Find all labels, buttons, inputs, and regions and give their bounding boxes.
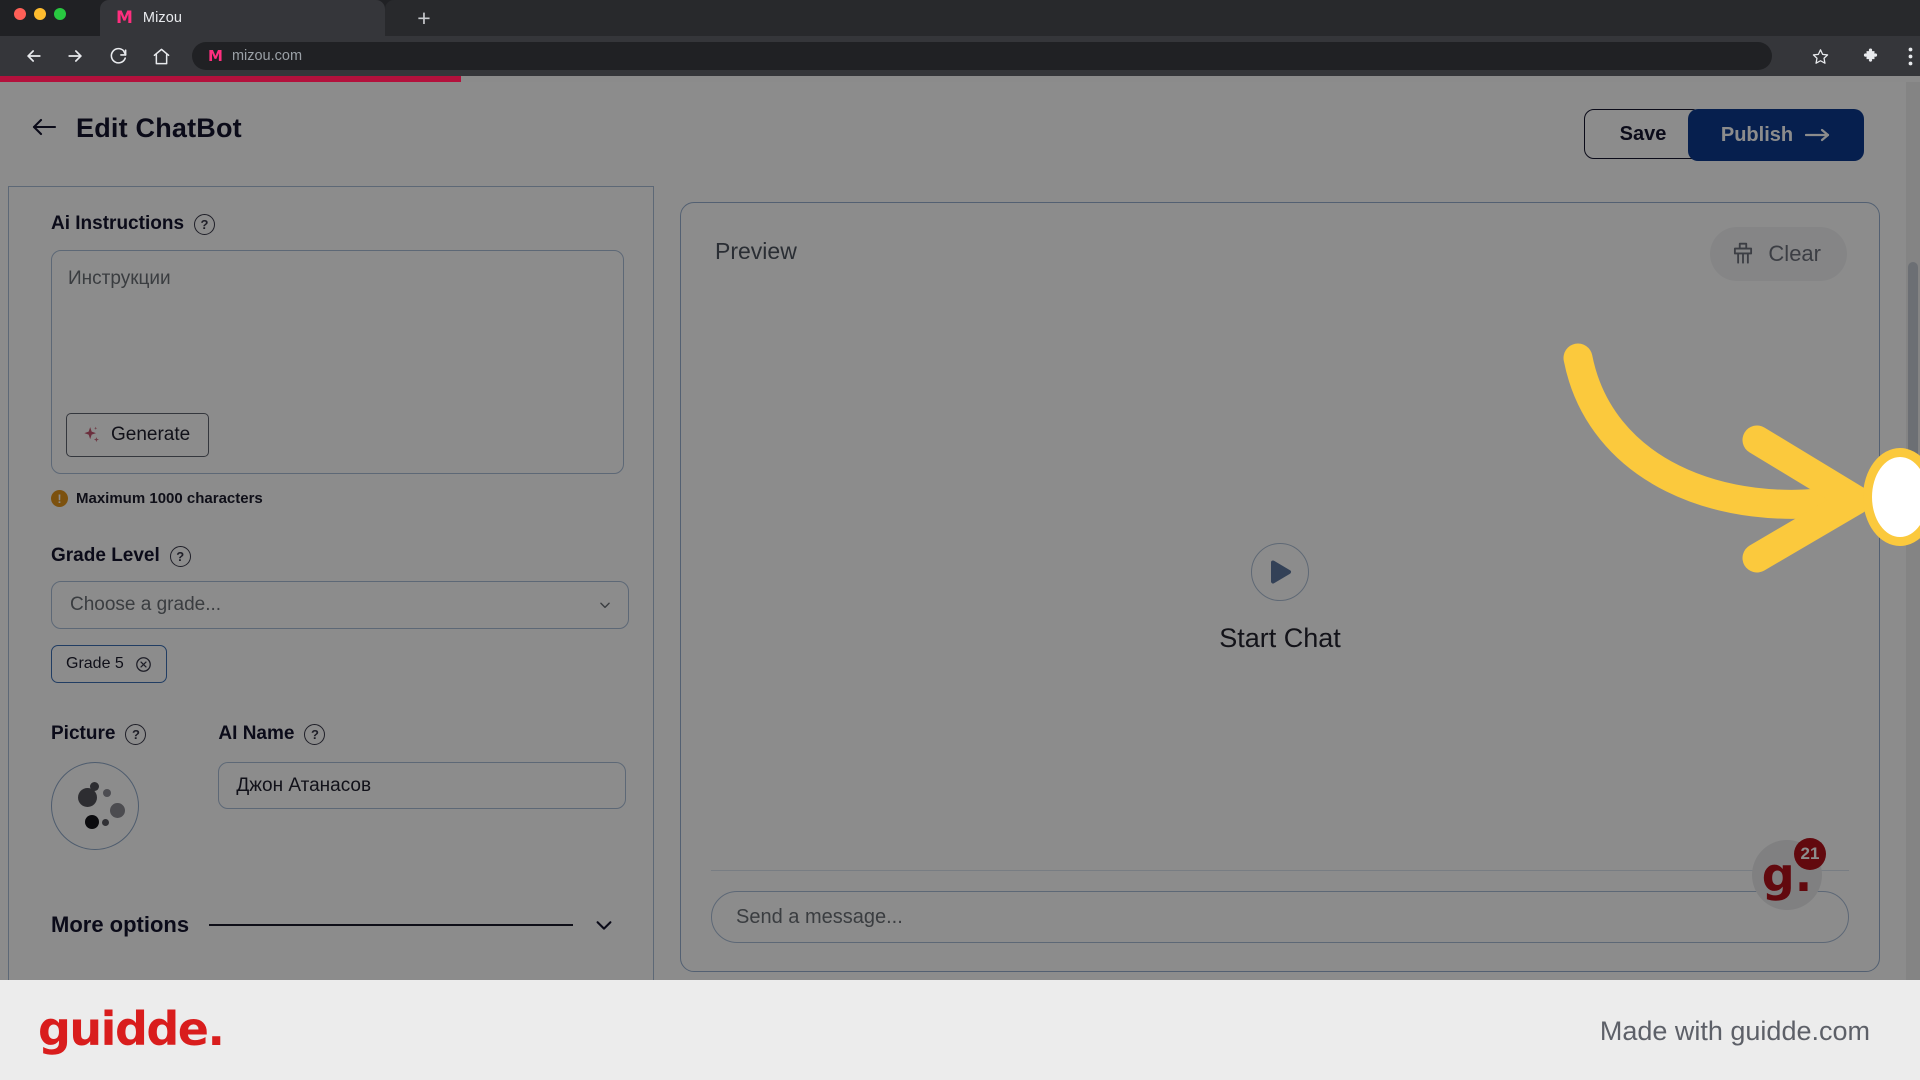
browser-toolbar: M mizou.com xyxy=(0,36,1920,76)
new-tab-button[interactable]: + xyxy=(398,0,450,36)
start-chat-label: Start Chat xyxy=(1219,623,1341,653)
start-chat-control[interactable]: Start Chat xyxy=(681,543,1879,654)
extensions-puzzle-icon[interactable] xyxy=(1862,46,1882,66)
message-input-placeholder: Send a message... xyxy=(736,905,903,928)
clear-chat-button[interactable]: Clear xyxy=(1710,227,1847,281)
back-arrow-icon[interactable] xyxy=(24,107,64,147)
max-characters-note: ! Maximum 1000 characters xyxy=(51,490,615,507)
guidde-assistant-badge[interactable]: g. 21 xyxy=(1752,838,1826,910)
arrow-right-icon[interactable] xyxy=(63,44,87,68)
ai-name-value: Джон Атанасов xyxy=(236,774,372,796)
picture-label-row: Picture ? xyxy=(51,723,147,745)
avatar-dot xyxy=(110,803,125,818)
preview-title: Preview xyxy=(715,238,797,264)
help-circle-icon[interactable]: ? xyxy=(169,545,191,567)
sparkle-icon xyxy=(84,426,99,443)
ai-name-label: AI Name xyxy=(218,723,295,744)
reload-icon[interactable] xyxy=(106,44,130,68)
arrow-right-icon xyxy=(1805,128,1830,142)
picture-field: Picture ? xyxy=(51,723,147,850)
abstract-dots-avatar[interactable] xyxy=(51,762,139,850)
app-header: Edit ChatBot Save Publish xyxy=(0,82,1920,186)
ai-name-field: AI Name ? Джон Атанасов xyxy=(218,723,627,850)
preview-panel: Preview Clear Start Chat Send a message.… xyxy=(680,202,1880,972)
broom-icon xyxy=(1734,242,1753,264)
avatar-dot xyxy=(85,815,99,829)
generate-button[interactable]: Generate xyxy=(66,413,210,457)
mizou-m-icon: M xyxy=(208,46,223,65)
made-with-guidde-text: Made with guidde.com xyxy=(1599,1016,1870,1046)
browser-tabstrip: M Mizou + xyxy=(0,0,1920,36)
app-content: Ai Instructions ? Инструкции Generate ! … xyxy=(0,186,1920,980)
tabstrip-background xyxy=(385,0,1920,36)
ai-name-label-row: AI Name ? xyxy=(218,723,626,745)
ai-instructions-label-row: Ai Instructions ? xyxy=(51,213,615,235)
chevron-down-icon[interactable] xyxy=(593,914,615,936)
page-scrollbar[interactable] xyxy=(1906,82,1920,980)
remove-circle-icon[interactable] xyxy=(135,656,152,673)
avatar-dot xyxy=(90,782,99,791)
avatar-dot xyxy=(103,789,111,797)
help-circle-icon[interactable]: ? xyxy=(125,723,147,745)
ai-name-input[interactable]: Джон Атанасов xyxy=(218,762,627,809)
address-bar-url: mizou.com xyxy=(231,48,303,64)
ai-instructions-label: Ai Instructions xyxy=(51,213,185,234)
play-triangle-icon xyxy=(1271,560,1291,584)
composer-divider xyxy=(711,869,1849,871)
help-circle-icon[interactable]: ? xyxy=(304,723,326,745)
grade-chip-label: Grade 5 xyxy=(66,655,124,672)
grade-chip-grade-5[interactable]: Grade 5 xyxy=(51,645,167,683)
minimize-window-button[interactable] xyxy=(34,8,46,20)
play-icon[interactable] xyxy=(1251,543,1309,601)
chevron-down-icon xyxy=(600,602,610,609)
clear-chat-label: Clear xyxy=(1768,241,1821,266)
avatar-dot xyxy=(102,819,109,826)
address-bar[interactable]: M mizou.com xyxy=(192,42,1772,70)
mizou-m-icon: M xyxy=(116,7,133,28)
save-button[interactable]: Save xyxy=(1584,109,1702,159)
ai-instructions-placeholder: Инструкции xyxy=(68,268,171,289)
browser-chrome: M Mizou + M mizou.com xyxy=(0,0,1920,76)
preview-card: Preview Clear Start Chat Send a message.… xyxy=(680,202,1880,972)
home-icon[interactable] xyxy=(149,44,173,68)
browser-tab-mizou[interactable]: M Mizou xyxy=(100,0,385,36)
grade-level-placeholder: Choose a grade... xyxy=(70,594,222,615)
app-page: Edit ChatBot Save Publish Ai Instruction… xyxy=(0,82,1920,980)
picture-label: Picture xyxy=(51,723,116,744)
star-icon[interactable] xyxy=(1810,46,1830,66)
publish-button[interactable]: Publish xyxy=(1688,109,1864,161)
more-options-toggle[interactable]: More options xyxy=(51,912,615,938)
help-circle-icon[interactable]: ? xyxy=(194,213,216,235)
browser-tab-title: Mizou xyxy=(142,10,183,26)
arrow-left-icon[interactable] xyxy=(22,44,46,68)
more-options-divider xyxy=(209,924,573,926)
page-title: Edit ChatBot xyxy=(76,113,242,143)
page-scrollbar-thumb[interactable] xyxy=(1908,262,1918,542)
overflow-menu-icon[interactable] xyxy=(1900,46,1920,66)
guidde-wordmark: guidde. xyxy=(38,1002,225,1056)
message-input[interactable]: Send a message... xyxy=(711,891,1849,943)
max-characters-text: Maximum 1000 characters xyxy=(76,490,263,507)
grade-level-select[interactable]: Choose a grade... xyxy=(51,581,629,629)
picture-and-name-row: Picture ? AI Name ? Джон Атанасов xyxy=(51,723,627,850)
warning-icon: ! xyxy=(51,490,68,507)
maximize-window-button[interactable] xyxy=(54,8,66,20)
close-window-button[interactable] xyxy=(14,8,26,20)
ai-instructions-textarea[interactable]: Инструкции Generate xyxy=(51,250,624,474)
chatbot-settings-panel: Ai Instructions ? Инструкции Generate ! … xyxy=(8,186,654,980)
grade-level-label: Grade Level xyxy=(51,545,160,566)
guidde-footer: guidde. Made with guidde.com xyxy=(0,980,1920,1080)
window-traffic-lights xyxy=(14,4,66,24)
more-options-label: More options xyxy=(51,912,190,937)
notification-count-badge: 21 xyxy=(1794,838,1826,870)
publish-button-label: Publish xyxy=(1720,123,1794,146)
generate-button-label: Generate xyxy=(111,424,191,445)
grade-level-label-row: Grade Level ? xyxy=(51,545,615,567)
